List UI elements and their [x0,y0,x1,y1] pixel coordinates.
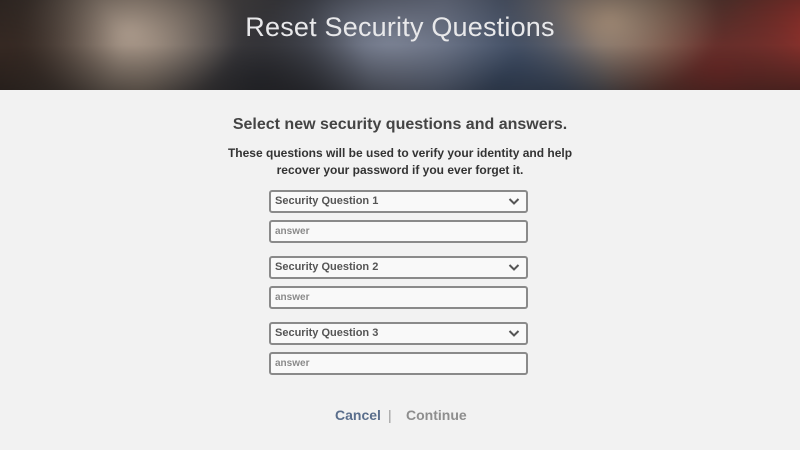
security-question-1-label: Security Question 1 [275,195,379,207]
chevron-down-icon [508,330,520,337]
header-banner: Reset Security Questions [0,0,800,90]
form-actions: Cancel | Continue [0,407,800,427]
chevron-down-icon [508,264,520,271]
security-answer-3-field[interactable] [269,352,528,375]
security-answer-1-input[interactable] [271,222,526,241]
security-question-2-select[interactable]: Security Question 2 [269,256,528,279]
security-answer-2-field[interactable] [269,286,528,309]
security-answer-2-input[interactable] [271,288,526,307]
security-answer-3-input[interactable] [271,354,526,373]
cancel-button[interactable]: Cancel [335,407,381,423]
security-answer-1-field[interactable] [269,220,528,243]
actions-separator: | [388,407,392,423]
chevron-down-icon [508,198,520,205]
security-question-2-label: Security Question 2 [275,261,379,273]
security-question-1-select[interactable]: Security Question 1 [269,190,528,213]
continue-button[interactable]: Continue [406,407,467,423]
security-question-3-label: Security Question 3 [275,327,379,339]
security-question-3-select[interactable]: Security Question 3 [269,322,528,345]
form-description: These questions will be used to verify y… [227,146,573,177]
form-headline: Select new security questions and answer… [232,116,568,133]
page-title: Reset Security Questions [245,12,555,42]
